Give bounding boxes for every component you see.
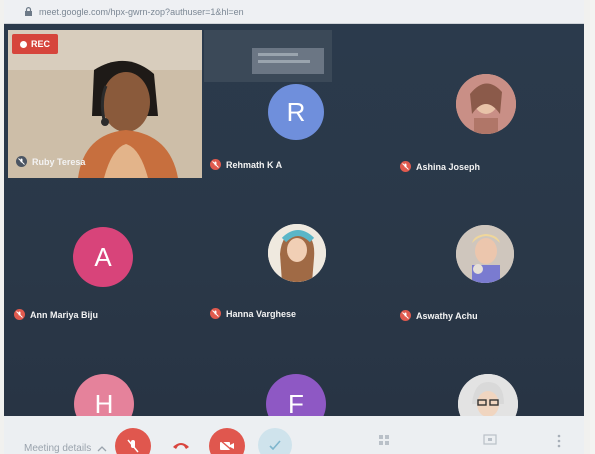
hang-up-icon bbox=[173, 443, 189, 449]
participant-name-label: Rehmath K A bbox=[210, 159, 282, 170]
more-vertical-icon bbox=[557, 434, 561, 448]
mic-off-icon bbox=[127, 439, 139, 453]
present-now-button[interactable] bbox=[480, 430, 500, 450]
participant-photo bbox=[456, 74, 516, 134]
participant-avatar: R bbox=[268, 84, 324, 140]
mic-off-icon bbox=[210, 159, 221, 170]
chevron-up-icon bbox=[97, 445, 107, 451]
mic-off-icon bbox=[400, 161, 411, 172]
lock-icon bbox=[24, 7, 33, 16]
participant-name-label: Aswathy Achu bbox=[400, 310, 478, 321]
participant-name-label: Ruby Teresa bbox=[16, 156, 85, 167]
mic-toggle-button[interactable] bbox=[115, 428, 151, 454]
participant-name-label: Ann Mariya Biju bbox=[14, 309, 98, 320]
participant-photo bbox=[456, 225, 514, 283]
record-dot-icon bbox=[20, 40, 27, 48]
participant-tile[interactable]: A Ann Mariya Biju bbox=[8, 219, 202, 329]
more-options-button[interactable] bbox=[552, 432, 566, 450]
present-screen-icon bbox=[483, 434, 497, 445]
participant-name-label: Hanna Varghese bbox=[210, 308, 296, 319]
mic-off-icon bbox=[210, 308, 221, 319]
participant-photo bbox=[268, 224, 326, 282]
browser-address-bar[interactable]: meet.google.com/hpx-gwrn-zop?authuser=1&… bbox=[4, 0, 584, 24]
mic-off-icon bbox=[14, 309, 25, 320]
camera-toggle-button[interactable] bbox=[209, 428, 245, 454]
meet-window: meet.google.com/hpx-gwrn-zop?authuser=1&… bbox=[4, 0, 584, 454]
control-bar: Meeting details bbox=[4, 416, 584, 454]
mic-off-icon bbox=[400, 310, 411, 321]
recording-badge: REC bbox=[12, 34, 59, 54]
participant-avatar: A bbox=[73, 227, 133, 287]
grid-icon bbox=[379, 435, 389, 445]
url-text: meet.google.com/hpx-gwrn-zop?authuser=1&… bbox=[39, 6, 244, 17]
captions-button[interactable] bbox=[258, 428, 292, 454]
presentation-preview[interactable] bbox=[204, 30, 332, 82]
layout-button[interactable] bbox=[374, 430, 394, 450]
participant-name-label: Ashina Joseph bbox=[400, 161, 480, 172]
meeting-details-button[interactable]: Meeting details bbox=[24, 443, 107, 454]
participant-tile[interactable]: R Rehmath K A bbox=[204, 84, 394, 184]
camera-off-icon bbox=[219, 440, 235, 452]
mic-off-icon bbox=[16, 156, 27, 167]
captions-icon bbox=[269, 440, 281, 450]
screen-border bbox=[590, 0, 595, 454]
end-call-button[interactable] bbox=[170, 434, 192, 454]
participant-tile[interactable]: Aswathy Achu bbox=[394, 219, 584, 329]
participant-tile[interactable]: Hanna Varghese bbox=[204, 219, 394, 329]
participant-tile[interactable]: Ashina Joseph bbox=[394, 74, 584, 184]
